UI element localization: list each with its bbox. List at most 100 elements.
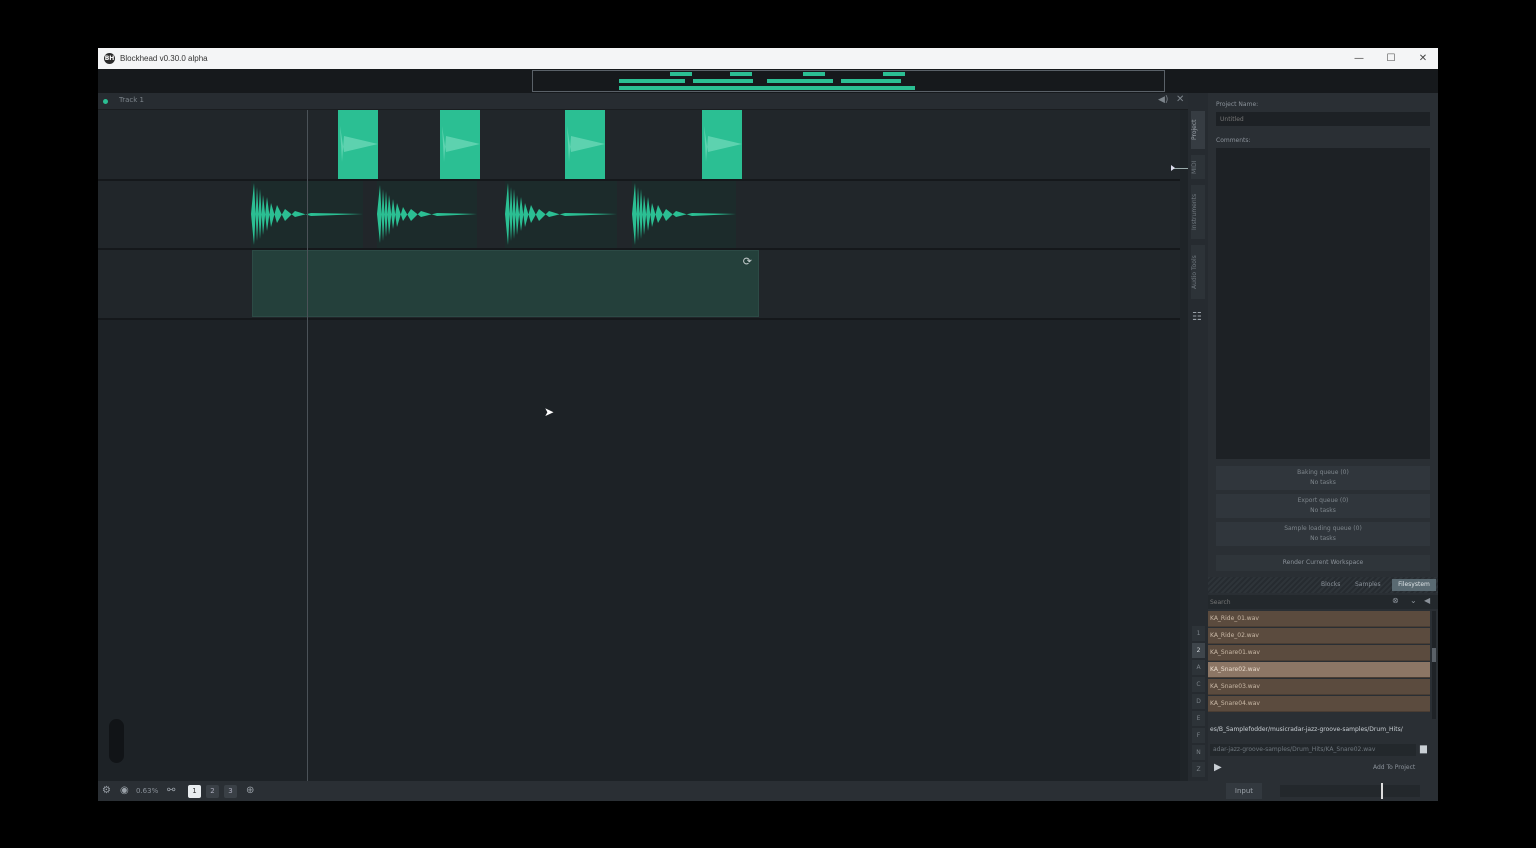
- tab-audio-tools[interactable]: Audio Tools: [1191, 245, 1205, 299]
- tab-instruments[interactable]: Instruments: [1191, 185, 1205, 239]
- slot-tab-z[interactable]: Z: [1192, 762, 1205, 777]
- tab-filesystem[interactable]: Filesystem: [1392, 579, 1436, 591]
- tab-blocks[interactable]: Blocks: [1318, 579, 1343, 591]
- mixer-icon[interactable]: ☷: [1192, 310, 1204, 323]
- tab-samples[interactable]: Samples: [1352, 579, 1384, 591]
- render-workspace-button[interactable]: Render Current Workspace: [1216, 555, 1430, 571]
- input-level-thumb[interactable]: [1381, 783, 1383, 799]
- preview-volume-icon[interactable]: ◀: [1424, 596, 1430, 605]
- baking-queue-title: Baking queue (0): [1297, 469, 1349, 476]
- close-track-icon[interactable]: ✕: [1176, 94, 1184, 105]
- tab-project[interactable]: Project: [1191, 111, 1205, 149]
- title-bar[interactable]: BH Blockhead v0.30.0 alpha — ☐ ✕: [98, 48, 1438, 69]
- close-window-button[interactable]: ✕: [1407, 48, 1438, 69]
- sample-block[interactable]: [565, 110, 605, 179]
- list-item[interactable]: KA_Snare01.wav: [1208, 645, 1430, 661]
- clear-search-icon[interactable]: ⊗: [1392, 596, 1399, 605]
- sample-block[interactable]: [338, 110, 378, 179]
- loop-icon[interactable]: ⟳: [743, 255, 752, 268]
- play-preview-icon[interactable]: ▶: [1214, 762, 1222, 773]
- input-level-slider[interactable]: [1280, 785, 1420, 797]
- lane-2[interactable]: [98, 181, 1180, 250]
- waveform-block[interactable]: [377, 181, 477, 248]
- waveform-block[interactable]: [632, 181, 736, 248]
- list-item[interactable]: KA_Snare04.wav: [1208, 696, 1430, 712]
- workspace-tab-2[interactable]: 2: [206, 785, 219, 798]
- slot-tab-e[interactable]: E: [1192, 711, 1205, 726]
- track-name[interactable]: Track 1: [119, 96, 144, 104]
- maximize-button[interactable]: ☐: [1375, 48, 1407, 69]
- tab-midi[interactable]: MIDI: [1191, 155, 1205, 179]
- input-tab[interactable]: Input: [1226, 783, 1262, 799]
- waveform-block[interactable]: [505, 181, 617, 248]
- record-icon[interactable]: ◉: [120, 785, 129, 796]
- sample-loading-queue-status: No tasks: [1310, 535, 1336, 542]
- list-item[interactable]: KA_Snare03.wav: [1208, 679, 1430, 695]
- waveform-icon: [377, 185, 477, 243]
- app-logo-icon: BH: [104, 53, 115, 64]
- overview-block: [693, 79, 753, 83]
- app-window: BH Blockhead v0.30.0 alpha — ☐ ✕ Track 1…: [98, 48, 1438, 801]
- link-icon[interactable]: ⚯: [167, 785, 175, 796]
- vertical-scroll-handle[interactable]: [109, 719, 124, 763]
- search-input[interactable]: [1210, 596, 1390, 608]
- waveform-icon: [632, 183, 736, 245]
- comments-label: Comments:: [1216, 137, 1251, 144]
- slot-tab-d[interactable]: D: [1192, 694, 1205, 709]
- add-to-project-button[interactable]: Add To Project: [1373, 764, 1415, 771]
- workspace-tab-1[interactable]: 1: [188, 785, 201, 798]
- list-item[interactable]: KA_Ride_01.wav: [1208, 611, 1430, 627]
- export-queue: Export queue (0) No tasks: [1216, 494, 1430, 518]
- loop-region[interactable]: ⟳: [252, 250, 759, 317]
- file-list: KA_Ride_01.wav KA_Ride_02.wav KA_Snare01…: [1208, 611, 1430, 719]
- add-workspace-icon[interactable]: ⊕: [246, 785, 254, 796]
- list-item[interactable]: KA_Ride_02.wav: [1208, 628, 1430, 644]
- minimize-button[interactable]: —: [1343, 48, 1375, 69]
- slot-tab-c[interactable]: C: [1192, 677, 1205, 692]
- export-queue-status: No tasks: [1310, 507, 1336, 514]
- current-path: es/B_Samplefodder/musicradar-jazz-groove…: [1210, 726, 1403, 733]
- playhead[interactable]: [307, 110, 308, 781]
- list-item-selected[interactable]: KA_Snare02.wav: [1208, 662, 1430, 678]
- overview-block: [619, 86, 915, 90]
- slot-tab-2[interactable]: 2: [1192, 643, 1205, 658]
- workspace-canvas[interactable]: ⟳: [98, 110, 1180, 781]
- overview-block: [883, 72, 905, 76]
- sample-waveform-icon: [567, 126, 605, 162]
- lane-end-arrow-icon: [1171, 165, 1175, 171]
- overview-block: [803, 72, 825, 76]
- comments-textarea[interactable]: [1216, 148, 1430, 459]
- baking-queue: Baking queue (0) No tasks: [1216, 466, 1430, 490]
- track-header[interactable]: Track 1 ◀) ✕: [98, 93, 1188, 110]
- file-list-scroll-thumb[interactable]: [1432, 648, 1436, 662]
- track-active-indicator[interactable]: [103, 99, 108, 104]
- settings-gear-icon[interactable]: ⚙: [102, 785, 111, 796]
- file-list-scrollbar[interactable]: [1432, 611, 1436, 719]
- browser-tabs: Blocks Samples Filesystem: [1208, 577, 1438, 593]
- path-input[interactable]: adar-jazz-groove-samples/Drum_Hits/KA_Sn…: [1210, 744, 1416, 756]
- speaker-icon[interactable]: ◀): [1158, 95, 1168, 105]
- overview-viewport[interactable]: [532, 70, 1165, 92]
- project-name-input[interactable]: [1216, 112, 1430, 126]
- slot-tab-f[interactable]: F: [1192, 728, 1205, 743]
- overview-block: [730, 72, 752, 76]
- export-queue-title: Export queue (0): [1297, 497, 1349, 504]
- panel-side-tabs: Project MIDI Instruments Audio Tools ☷ 1…: [1188, 93, 1208, 781]
- project-panel: Project Name: Comments: Baking queue (0)…: [1208, 93, 1438, 781]
- sample-loading-queue: Sample loading queue (0) No tasks: [1216, 522, 1430, 546]
- lane-3[interactable]: ⟳: [98, 250, 1180, 320]
- sample-block[interactable]: [440, 110, 480, 179]
- overview-block: [619, 79, 685, 83]
- sample-block[interactable]: [702, 110, 742, 179]
- overview-block: [841, 79, 901, 83]
- folder-icon[interactable]: ▆: [1420, 744, 1427, 754]
- search-row: ⊗ ⌄ ◀: [1208, 595, 1438, 609]
- slot-tab-1[interactable]: 1: [1192, 626, 1205, 641]
- workspace-overview[interactable]: [98, 69, 1438, 93]
- lane-1[interactable]: [98, 110, 1180, 181]
- filter-icon[interactable]: ⌄: [1410, 596, 1417, 605]
- sample-waveform-icon: [704, 126, 742, 162]
- slot-tab-a[interactable]: A: [1192, 660, 1205, 675]
- slot-tab-n[interactable]: N: [1192, 745, 1205, 760]
- workspace-tab-3[interactable]: 3: [224, 785, 237, 798]
